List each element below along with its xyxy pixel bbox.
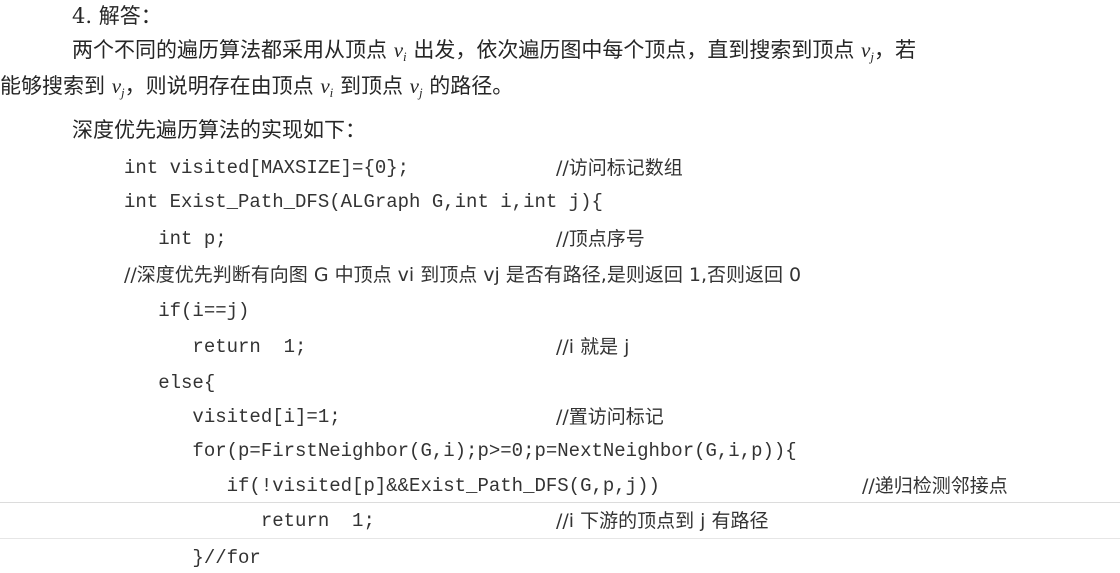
var-v: v bbox=[320, 74, 330, 98]
scan-line bbox=[0, 538, 1120, 539]
code-line-2: int Exist_Path_DFS(ALGraph G,int i,int j… bbox=[124, 191, 603, 213]
var-v: v bbox=[409, 74, 419, 98]
para1-text-2: 出发，依次遍历图中每个顶点，直到搜索到顶点 bbox=[406, 38, 861, 62]
para2-text-3: 到顶点 bbox=[333, 74, 410, 98]
para2-text-2: ，则说明存在由顶点 bbox=[124, 74, 321, 98]
para2-text-4: 的路径。 bbox=[422, 74, 514, 98]
code-comment-1: //访问标记数组 bbox=[556, 157, 683, 179]
code-line-5: if(i==j) bbox=[124, 300, 250, 322]
code-comment-11: //i 下游的顶点到 j 有路径 bbox=[556, 510, 769, 532]
code-comment-3: //顶点序号 bbox=[556, 228, 645, 250]
code-line-8: visited[i]=1; bbox=[124, 406, 341, 428]
code-comment-4: //深度优先判断有向图 G 中顶点 vi 到顶点 vj 是否有路径,是则返回 1… bbox=[124, 264, 802, 286]
code-line-6: return 1; bbox=[124, 336, 307, 358]
code-line-11: return 1; bbox=[124, 510, 375, 532]
var-v: v bbox=[111, 74, 122, 98]
para1-text-3: ，若 bbox=[873, 38, 916, 62]
code-comment-8: //置访问标记 bbox=[556, 406, 664, 428]
paragraph-line-2: 能够搜索到 vj，则说明存在由顶点 vi 到顶点 vj 的路径。 bbox=[0, 72, 513, 107]
code-comment-10: //递归检测邻接点 bbox=[862, 475, 1008, 497]
paragraph-line-1: 两个不同的遍历算法都采用从顶点 vi 出发，依次遍历图中每个顶点，直到搜索到顶点… bbox=[72, 36, 916, 71]
code-line-1: int visited[MAXSIZE]={0}; bbox=[124, 157, 410, 179]
para2-text-1: 能够搜索到 bbox=[0, 74, 112, 98]
var-v: v bbox=[861, 38, 871, 62]
code-comment-6: //i 就是 j bbox=[556, 336, 630, 358]
code-line-9: for(p=FirstNeighbor(G,i);p>=0;p=NextNeig… bbox=[124, 440, 797, 462]
code-line-3: int p; bbox=[124, 228, 227, 250]
code-line-12: }//for bbox=[124, 547, 261, 569]
intro-line: 深度优先遍历算法的实现如下： bbox=[72, 118, 366, 142]
scan-line bbox=[0, 502, 1120, 503]
para1-text-1: 两个不同的遍历算法都采用从顶点 bbox=[72, 38, 394, 62]
code-line-10: if(!visited[p]&&Exist_Path_DFS(G,p,j)) bbox=[124, 475, 660, 497]
section-heading: 4. 解答： bbox=[72, 4, 162, 28]
var-v: v bbox=[393, 38, 404, 62]
code-line-7: else{ bbox=[124, 372, 216, 394]
